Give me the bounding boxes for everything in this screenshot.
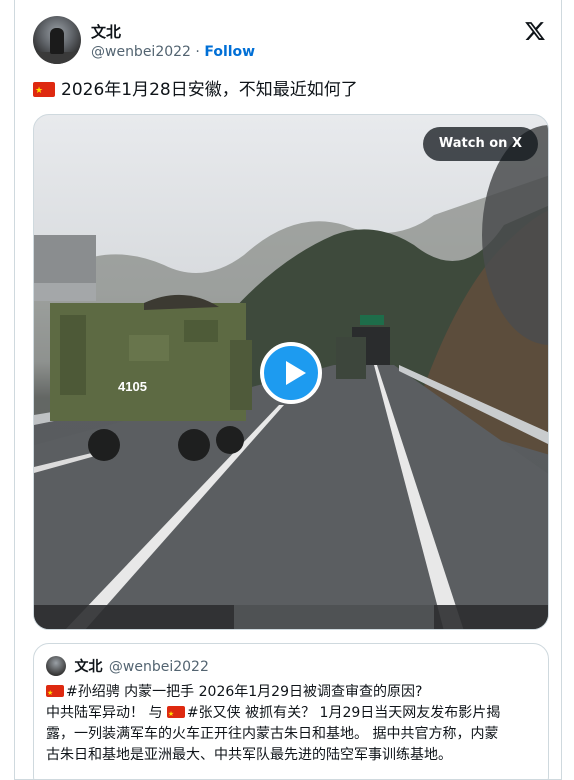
hashtag-link[interactable]: #孙绍骋	[66, 684, 120, 700]
separator-dot: ·	[195, 44, 200, 60]
follow-button[interactable]: Follow	[204, 44, 255, 60]
video-player[interactable]: 4105 Watch on X	[33, 114, 549, 630]
watch-on-x-button[interactable]: Watch on X	[422, 127, 538, 161]
china-flag-icon	[33, 79, 55, 103]
quoted-line: 古朱日和基地是亚洲最大、中共军队最先进的陆空军事训练基地。	[46, 747, 452, 763]
quoted-tweet-header: 文北 @wenbei2022	[46, 656, 209, 676]
quoted-line: 中共陆军异动！ 与 #张又侠 被抓有关？ 1月29日当天网友发布影片揭	[46, 703, 538, 725]
tweet-body: 2026年1月28日安徽，不知最近如何了	[61, 80, 358, 100]
quoted-author-handle: @wenbei2022	[108, 659, 209, 675]
hashtag-link[interactable]: #张又侠	[187, 705, 241, 721]
quoted-line-text: 内蒙一把手 2026年1月29日被调查审查的原因?	[119, 684, 423, 700]
quoted-tweet-text: #孙绍骋 内蒙一把手 2026年1月29日被调查审查的原因? 中共陆军异动！ 与…	[46, 682, 538, 766]
author-handle[interactable]: @wenbei2022	[91, 44, 191, 60]
quoted-tweet[interactable]: 文北 @wenbei2022 #孙绍骋 内蒙一把手 2026年1月29日被调查审…	[33, 643, 549, 780]
tweet-header: 文北 @wenbei2022 · Follow	[33, 16, 548, 68]
quoted-author-name: 文北	[74, 659, 103, 675]
tweet-text: 2026年1月28日安徽，不知最近如何了	[33, 78, 358, 103]
china-flag-icon	[46, 683, 64, 704]
quoted-line-text: 中共陆军异动！ 与	[46, 705, 167, 721]
play-icon[interactable]	[260, 342, 322, 404]
author-handle-row: @wenbei2022 · Follow	[91, 44, 255, 60]
china-flag-icon	[166, 704, 185, 725]
quoted-line: #孙绍骋 内蒙一把手 2026年1月29日被调查审查的原因?	[46, 682, 538, 704]
quoted-line-text: 被抓有关？ 1月29日当天网友发布影片揭	[240, 705, 501, 721]
author-avatar[interactable]	[33, 16, 81, 64]
quoted-line: 露，一列装满军车的火车正开往内蒙古朱日和基地。 据中共官方称，内蒙	[46, 726, 499, 742]
quoted-author-avatar	[46, 656, 66, 676]
tweet-card: 文北 @wenbei2022 · Follow 2026年1月28日安徽，不知最…	[14, 0, 562, 780]
author-name[interactable]: 文北	[91, 21, 121, 42]
x-logo-icon[interactable]	[524, 20, 546, 42]
truck-number: 4105	[118, 379, 147, 394]
